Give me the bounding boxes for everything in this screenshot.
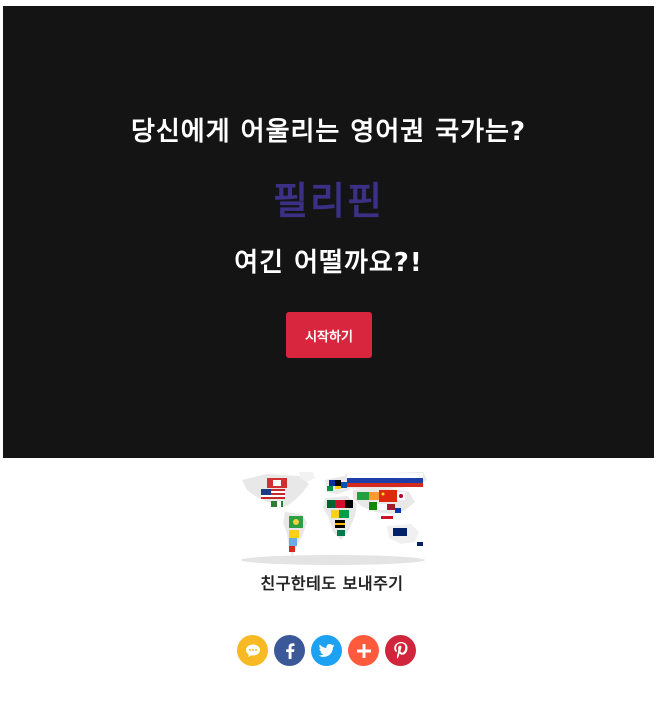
start-button[interactable]: 시작하기 <box>286 312 372 358</box>
more-share-button[interactable] <box>348 635 379 666</box>
result-country: 필리핀 <box>273 179 384 223</box>
result-question: 당신에게 어울리는 영어권 국가는? <box>130 117 527 147</box>
facebook-share-button[interactable] <box>274 635 305 666</box>
result-hero: 당신에게 어울리는 영어권 국가는? 필리핀 여긴 어떨까요?! 시작하기 <box>3 6 654 458</box>
speech-bubble-icon <box>244 643 262 659</box>
pinterest-icon <box>393 641 408 660</box>
pinterest-share-button[interactable] <box>385 635 416 666</box>
facebook-icon <box>285 642 295 659</box>
plus-icon <box>356 643 371 658</box>
twitter-icon <box>318 643 335 658</box>
world-flag-map-image <box>237 470 430 568</box>
result-prompt: 여긴 어떨까요?! <box>234 248 423 278</box>
kakao-share-button[interactable] <box>237 635 268 666</box>
share-buttons <box>237 635 417 667</box>
share-label: 친구한테도 보내주기 <box>260 574 404 593</box>
twitter-share-button[interactable] <box>311 635 342 666</box>
